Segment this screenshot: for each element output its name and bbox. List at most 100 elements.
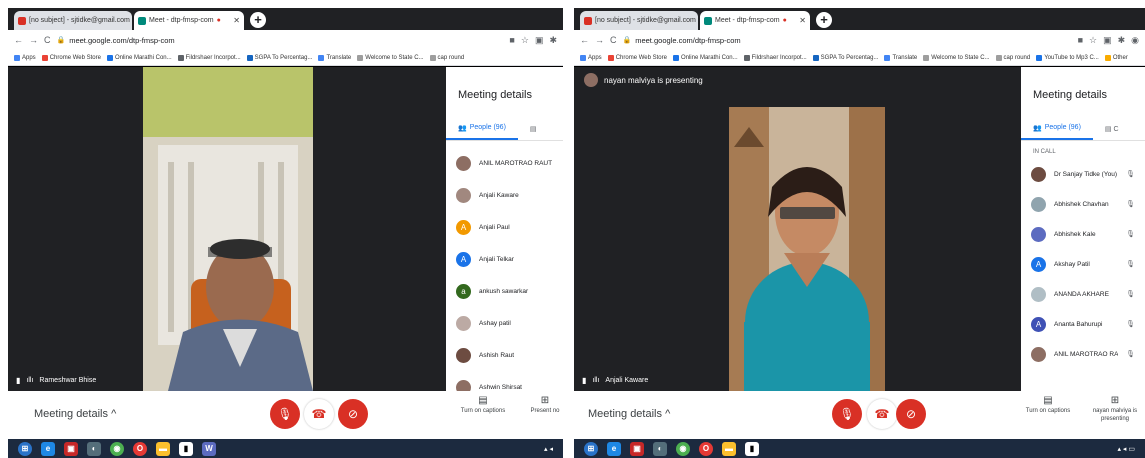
participant-row[interactable]: ANANDA AKHARE 🎙 [1021, 279, 1145, 309]
opera-icon[interactable]: O [133, 441, 147, 456]
participant-row[interactable]: Ashish Raut [446, 339, 563, 371]
back-icon[interactable]: ← [14, 35, 23, 45]
avatar: A [1031, 316, 1046, 332]
url-field[interactable]: 🔒 meet.google.com/dtp-fmsp-com [623, 36, 1072, 45]
recording-dot-icon: ● [216, 17, 221, 24]
browser-tab-meet[interactable]: Meet - dtp-fmsp-com ● ✕ [700, 11, 810, 30]
opera-icon[interactable]: O [699, 441, 713, 456]
extension-icon[interactable]: ▣ [1103, 35, 1112, 46]
bookmark-item[interactable]: cap round [995, 54, 1030, 61]
app-icon[interactable]: ◐ [87, 441, 101, 456]
back-icon[interactable]: ← [580, 35, 589, 45]
tab-people[interactable]: 👥 People (96) [446, 117, 518, 140]
url-field[interactable]: 🔒 meet.google.com/dtp-fmsp-com [57, 36, 504, 45]
pin-icon[interactable]: ▮ [16, 376, 20, 385]
bookmark-item[interactable]: cap round [429, 54, 464, 61]
meeting-details-toggle[interactable]: Meeting details ^ [588, 408, 670, 420]
start-icon[interactable]: ⊞ [584, 441, 598, 456]
participant-row[interactable]: Abhishek Kale 🎙 [1021, 219, 1145, 249]
mic-off-button[interactable]: 🎙 [832, 399, 862, 429]
camera-off-button[interactable]: ⊘ [896, 399, 926, 429]
tab-chat[interactable]: ▤ [518, 117, 549, 140]
camera-icon[interactable]: ■ [1078, 35, 1083, 46]
system-tray[interactable]: ▴ ◂ ▭ [1117, 445, 1135, 453]
puzzle-icon[interactable]: ✱ [549, 35, 557, 46]
close-icon[interactable]: ✕ [799, 16, 806, 25]
document-icon[interactable]: ▮ [179, 441, 193, 456]
document-icon[interactable]: ▮ [745, 441, 759, 456]
bookmark-item[interactable]: Fildrshaer Incorpot... [743, 54, 807, 61]
browser-tab-meet[interactable]: Meet - dtp-fmsp-com ● ✕ [134, 11, 244, 30]
leave-call-button[interactable]: ☎ [867, 399, 897, 429]
pdf-icon[interactable]: ▣ [630, 441, 644, 456]
bookmark-item[interactable]: Chrome Web Store [41, 54, 101, 61]
participant-row[interactable]: a ankush sawarkar [446, 275, 563, 307]
mic-off-button[interactable]: 🎙 [270, 399, 300, 429]
new-tab-button[interactable]: + [250, 12, 266, 28]
participant-row[interactable]: ANIL MAROTRAO RAUT 🎙 [1021, 339, 1145, 369]
presenting-status-button[interactable]: ⊞ nayan malviya is presenting [1089, 396, 1141, 423]
puzzle-icon[interactable]: ✱ [1118, 35, 1126, 46]
extension-icon[interactable]: ▣ [535, 35, 544, 46]
pin-icon[interactable]: ▮ [582, 376, 586, 385]
participant-row[interactable]: Dr Sanjay Tidke (You) 🎙 [1021, 159, 1145, 189]
participant-row[interactable]: Abhishek Chavhan 🎙 [1021, 189, 1145, 219]
camera-icon[interactable]: ■ [509, 35, 514, 46]
app-icon[interactable]: ◐ [653, 441, 667, 456]
forward-icon[interactable]: → [29, 35, 38, 45]
leave-call-button[interactable]: ☎ [304, 399, 334, 429]
folder-icon[interactable]: ▬ [156, 441, 170, 456]
bookmark-item[interactable]: Chrome Web Store [607, 54, 667, 61]
participant-row[interactable]: A Anjali Paul [446, 211, 563, 243]
participant-row[interactable]: Ashwin Shirsat [446, 371, 563, 391]
browser-tab-strip: [no subject] - sjtidke@gmail.com ✕ Meet … [8, 8, 563, 30]
folder-icon[interactable]: ▬ [722, 441, 736, 456]
bookmark-apps[interactable]: Apps [580, 54, 602, 61]
reload-icon[interactable]: C [44, 35, 51, 45]
bookmark-other[interactable]: Other [1104, 54, 1128, 61]
bookmark-apps[interactable]: Apps [14, 54, 36, 61]
meeting-details-toggle[interactable]: Meeting details ^ [34, 408, 116, 420]
chrome-icon[interactable]: ◉ [676, 441, 690, 456]
captions-button[interactable]: ▤ Turn on captions [453, 396, 513, 415]
word-icon[interactable]: W [202, 441, 216, 456]
bookmark-item[interactable]: SGPA To Percentag... [812, 54, 878, 61]
tab-chat[interactable]: ▤ C [1093, 117, 1131, 140]
forward-icon[interactable]: → [595, 35, 604, 45]
bookmark-item[interactable]: SGPA To Percentag... [246, 54, 312, 61]
captions-button[interactable]: ▤ Turn on captions [1019, 396, 1077, 415]
participant-row[interactable]: A Anjali Telkar [446, 243, 563, 275]
bookmark-item[interactable]: Welcome to State C... [357, 54, 424, 61]
browser-tab-gmail[interactable]: [no subject] - sjtidke@gmail.com ✕ [580, 11, 698, 30]
ie-icon[interactable]: e [607, 441, 621, 456]
participant-row[interactable]: A Akshay Patil 🎙 [1021, 249, 1145, 279]
start-icon[interactable]: ⊞ [18, 441, 32, 456]
ie-icon[interactable]: e [41, 441, 55, 456]
star-icon[interactable]: ☆ [521, 35, 529, 46]
participant-row[interactable]: Ashay patil [446, 307, 563, 339]
browser-tab-gmail[interactable]: [no subject] - sjtidke@gmail.com ✕ [14, 11, 132, 30]
bookmark-item[interactable]: Online Marathi Con... [672, 54, 738, 61]
bookmark-item[interactable]: Online Marathi Con... [106, 54, 172, 61]
reload-icon[interactable]: C [610, 35, 617, 45]
system-tray[interactable]: ▴ ◂ [544, 445, 553, 453]
tab-people[interactable]: 👥 People (96) [1021, 117, 1093, 140]
present-now-button[interactable]: ⊞ Present no [525, 396, 563, 415]
profile-avatar-icon[interactable]: ◉ [1131, 35, 1139, 46]
participant-row[interactable]: Anjali Kaware [446, 179, 563, 211]
bookmark-item[interactable]: YouTube to Mp3 C... [1036, 54, 1099, 61]
bookmark-item[interactable]: Translate [884, 54, 917, 61]
participant-row[interactable]: A Ananta Bahurupi 🎙 [1021, 309, 1145, 339]
participant-row[interactable]: ANIL MAROTRAO RAUT [446, 147, 563, 179]
bookmark-item[interactable]: Welcome to State C... [923, 54, 990, 61]
meet-icon [704, 16, 712, 25]
bookmark-item[interactable]: Translate [318, 54, 351, 61]
close-icon[interactable]: ✕ [233, 16, 240, 25]
star-icon[interactable]: ☆ [1089, 35, 1097, 46]
bookmark-item[interactable]: Fildrshaer Incorpot... [177, 54, 241, 61]
camera-off-button[interactable]: ⊘ [338, 399, 368, 429]
pdf-icon[interactable]: ▣ [64, 441, 78, 456]
mic-off-icon: 🎙 [1126, 231, 1135, 238]
new-tab-button[interactable]: + [816, 12, 832, 28]
chrome-icon[interactable]: ◉ [110, 441, 124, 456]
